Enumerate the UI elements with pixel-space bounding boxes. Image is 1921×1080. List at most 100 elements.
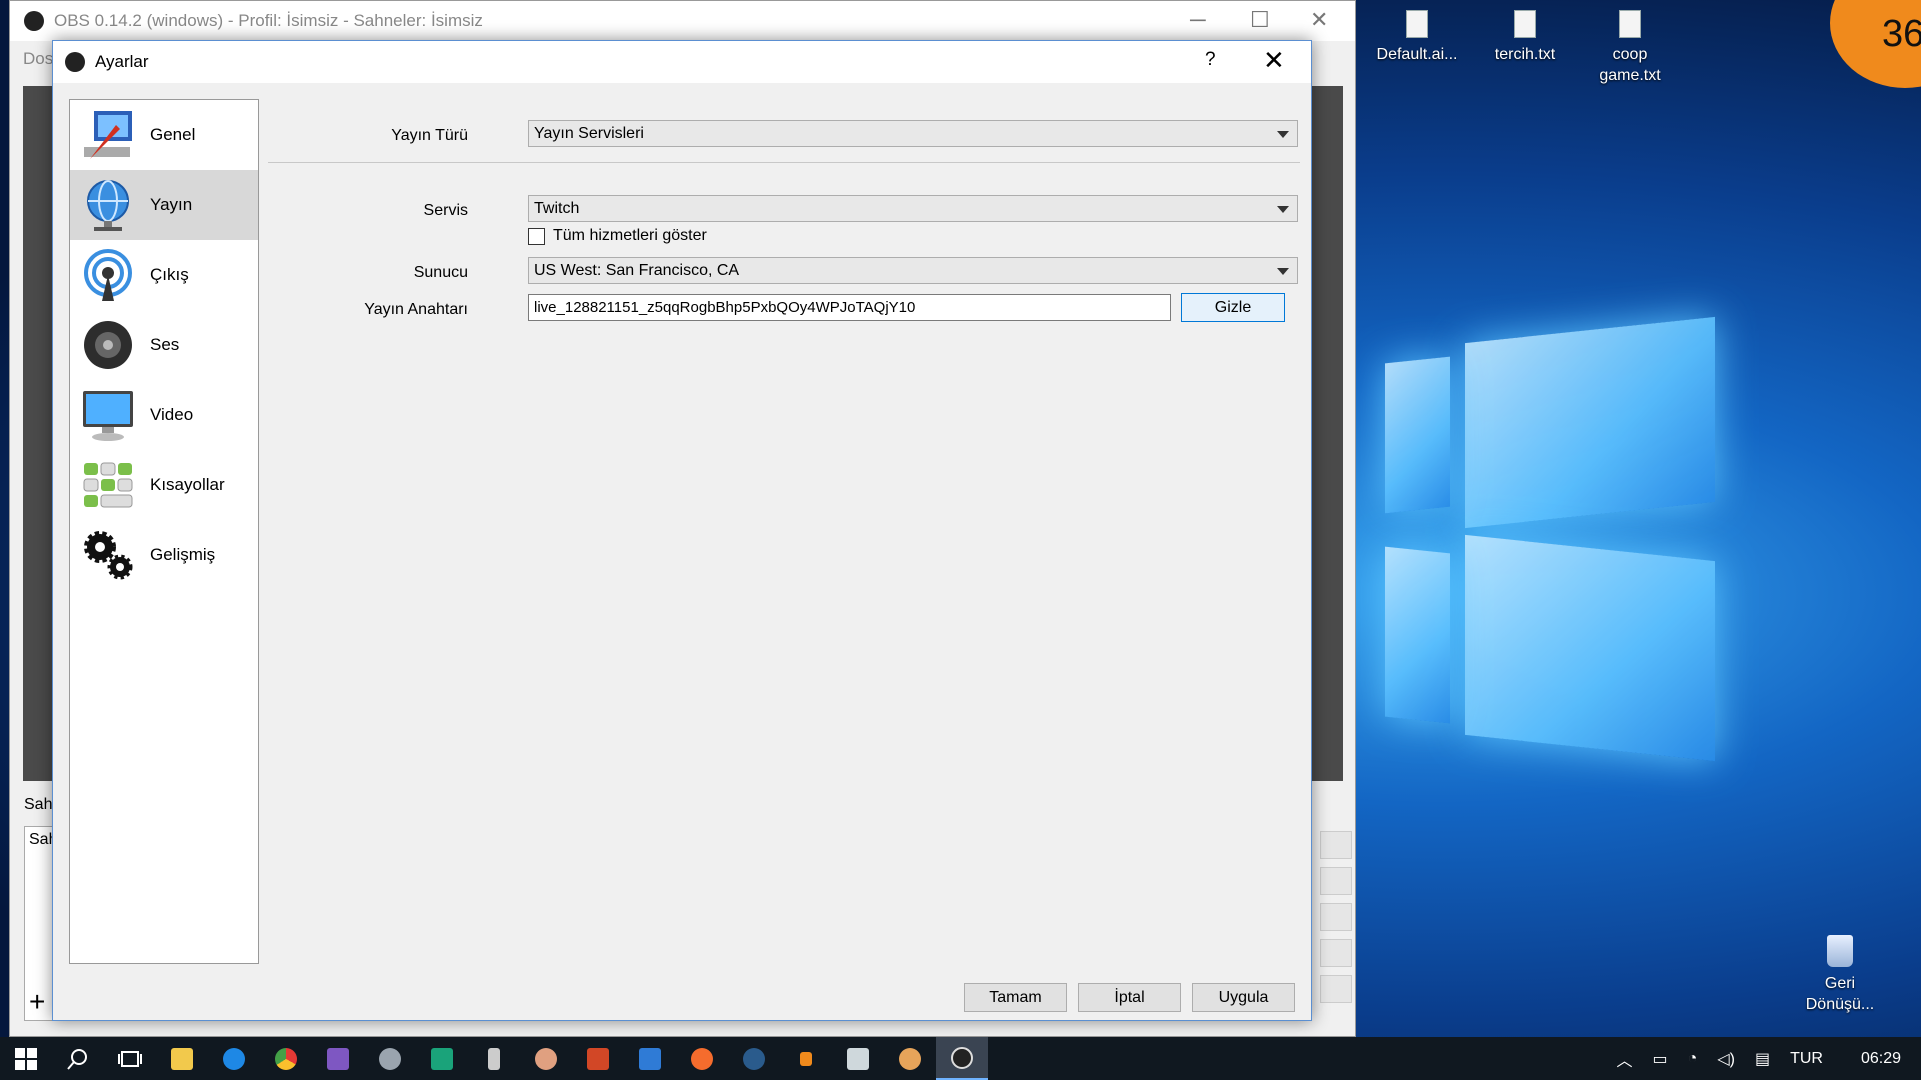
service-label: Servis [423, 202, 468, 219]
desktop-icon-label: tercih.txt [1494, 46, 1556, 63]
taskbar: ︿ ▭ ◔ ◁) ▤ TUR 06:29 [0, 1037, 1921, 1080]
obs-side-button[interactable] [1320, 867, 1352, 895]
add-scene-icon[interactable]: + [29, 986, 45, 1018]
action-center-icon[interactable]: ▤ [1755, 1049, 1770, 1069]
notification-badge: 366 [1830, 0, 1921, 88]
box-app-icon[interactable] [832, 1037, 884, 1080]
desktop-icon-default-ai[interactable]: Default.ai... [1367, 10, 1467, 65]
close-icon[interactable]: ✕ [1310, 7, 1328, 33]
vlc-icon[interactable] [780, 1037, 832, 1080]
divider [268, 162, 1300, 163]
service-select[interactable]: Twitch [528, 195, 1298, 222]
battery-icon[interactable]: ▭ [1653, 1049, 1668, 1069]
chrome-icon[interactable] [260, 1037, 312, 1080]
nav-item-video[interactable]: Video [70, 380, 258, 450]
nav-item-label: Yayın [150, 195, 193, 214]
search-icon[interactable] [52, 1037, 104, 1080]
visual-studio-icon[interactable] [312, 1037, 364, 1080]
service-value: Twitch [534, 200, 580, 217]
cancel-button[interactable]: İptal [1078, 983, 1181, 1012]
file-icon [1619, 10, 1641, 38]
start-button[interactable] [0, 1037, 52, 1080]
nav-item-kisayollar[interactable]: Kısayollar [70, 450, 258, 520]
obs-menu-file[interactable]: Dos [23, 49, 53, 69]
desktop-icon-label: Geri Dönüşü... [1805, 975, 1875, 1013]
edge-browser-icon[interactable] [208, 1037, 260, 1080]
nav-item-label: Kısayollar [150, 475, 225, 494]
app-gear-icon[interactable] [364, 1037, 416, 1080]
show-all-services-label: Tüm hizmetleri göster [553, 227, 707, 244]
badge-count: 366 [1882, 13, 1921, 55]
chevron-down-icon [1277, 268, 1289, 275]
desktop-icon-tercih[interactable]: tercih.txt [1475, 10, 1575, 65]
outlook-app-icon[interactable] [624, 1037, 676, 1080]
wifi-icon[interactable]: ◔ [1688, 1050, 1698, 1068]
stream-type-label: Yayın Türü [391, 127, 468, 144]
keyboard-icon [78, 455, 138, 515]
stream-key-input[interactable]: live_128821151_z5qqRogbBhp5PxbQOy4WPJoTA… [528, 294, 1171, 321]
file-icon [1514, 10, 1536, 38]
nav-item-label: Çıkış [150, 265, 189, 284]
desktop-icon-label: coop game.txt [1599, 46, 1661, 84]
stream-key-label: Yayın Anahtarı [364, 301, 468, 318]
palette-app-icon[interactable] [884, 1037, 936, 1080]
speaker-icon [78, 315, 138, 375]
help-button[interactable]: ? [1205, 49, 1216, 71]
system-tray: ︿ ▭ ◔ ◁) ▤ TUR 06:29 [1616, 1037, 1901, 1080]
nav-item-gelismis[interactable]: Gelişmiş [70, 520, 258, 590]
show-all-services-checkbox[interactable]: Tüm hizmetleri göster [528, 227, 707, 245]
chevron-down-icon [1277, 131, 1289, 138]
monitor-icon [78, 385, 138, 445]
recycle-bin-icon [1827, 935, 1853, 967]
apply-button[interactable]: Uygula [1192, 983, 1295, 1012]
obs-logo-icon [65, 52, 85, 72]
stream-type-select[interactable]: Yayın Servisleri [528, 120, 1298, 147]
hide-key-button[interactable]: Gizle [1181, 293, 1285, 322]
nav-item-genel[interactable]: Genel [70, 100, 258, 170]
steam-icon[interactable] [728, 1037, 780, 1080]
server-label: Sunucu [413, 264, 468, 281]
obs-taskbar-icon[interactable] [936, 1037, 988, 1080]
general-icon [78, 105, 138, 165]
desktop-icon-recycle-bin[interactable]: Geri Dönüşü... [1790, 935, 1890, 1015]
nav-item-label: Video [150, 405, 194, 424]
origin-app-icon[interactable] [676, 1037, 728, 1080]
maximize-icon[interactable]: ☐ [1250, 7, 1270, 33]
obs-side-button[interactable] [1320, 975, 1352, 1003]
chevron-up-icon[interactable]: ︿ [1616, 1047, 1632, 1071]
input-language[interactable]: TUR [1790, 1050, 1823, 1068]
task-view-icon[interactable] [104, 1037, 156, 1080]
clock[interactable]: 06:29 [1861, 1050, 1901, 1068]
dialog-title-bar: Ayarlar [53, 41, 1311, 83]
server-select[interactable]: US West: San Francisco, CA [528, 257, 1298, 284]
obs-side-button[interactable] [1320, 831, 1352, 859]
file-explorer-icon[interactable] [156, 1037, 208, 1080]
app-green-icon[interactable] [416, 1037, 468, 1080]
nav-item-label: Ses [150, 335, 180, 354]
minimize-icon[interactable]: ─ [1190, 7, 1206, 33]
nav-item-label: Gelişmiş [150, 545, 216, 564]
settings-dialog: Ayarlar ? ✕ Genel Yayın Çıkış Ses Video … [52, 40, 1312, 1021]
media-app-icon[interactable] [468, 1037, 520, 1080]
ok-button[interactable]: Tamam [964, 983, 1067, 1012]
nav-item-ses[interactable]: Ses [70, 310, 258, 380]
obs-side-button[interactable] [1320, 939, 1352, 967]
dialog-title: Ayarlar [95, 52, 149, 71]
output-antenna-icon [78, 245, 138, 305]
nav-item-cikis[interactable]: Çıkış [70, 240, 258, 310]
volume-icon[interactable]: ◁) [1717, 1049, 1735, 1069]
paint-app-icon[interactable] [520, 1037, 572, 1080]
settings-nav: Genel Yayın Çıkış Ses Video Kısayollar G… [69, 99, 259, 964]
windows-logo-wallpaper [1385, 300, 1725, 800]
obs-logo-icon [24, 11, 44, 31]
dialog-close-button[interactable]: ✕ [1263, 45, 1285, 76]
desktop-icon-coop-game[interactable]: coop game.txt [1580, 10, 1680, 86]
nav-item-yayin[interactable]: Yayın [70, 170, 258, 240]
stream-globe-icon [78, 175, 138, 235]
obs-side-button[interactable] [1320, 903, 1352, 931]
nav-item-label: Genel [150, 125, 196, 144]
file-icon [1406, 10, 1428, 38]
checkbox-box[interactable] [528, 227, 545, 245]
windows-start-icon [15, 1047, 37, 1070]
powerpoint-icon[interactable] [572, 1037, 624, 1080]
